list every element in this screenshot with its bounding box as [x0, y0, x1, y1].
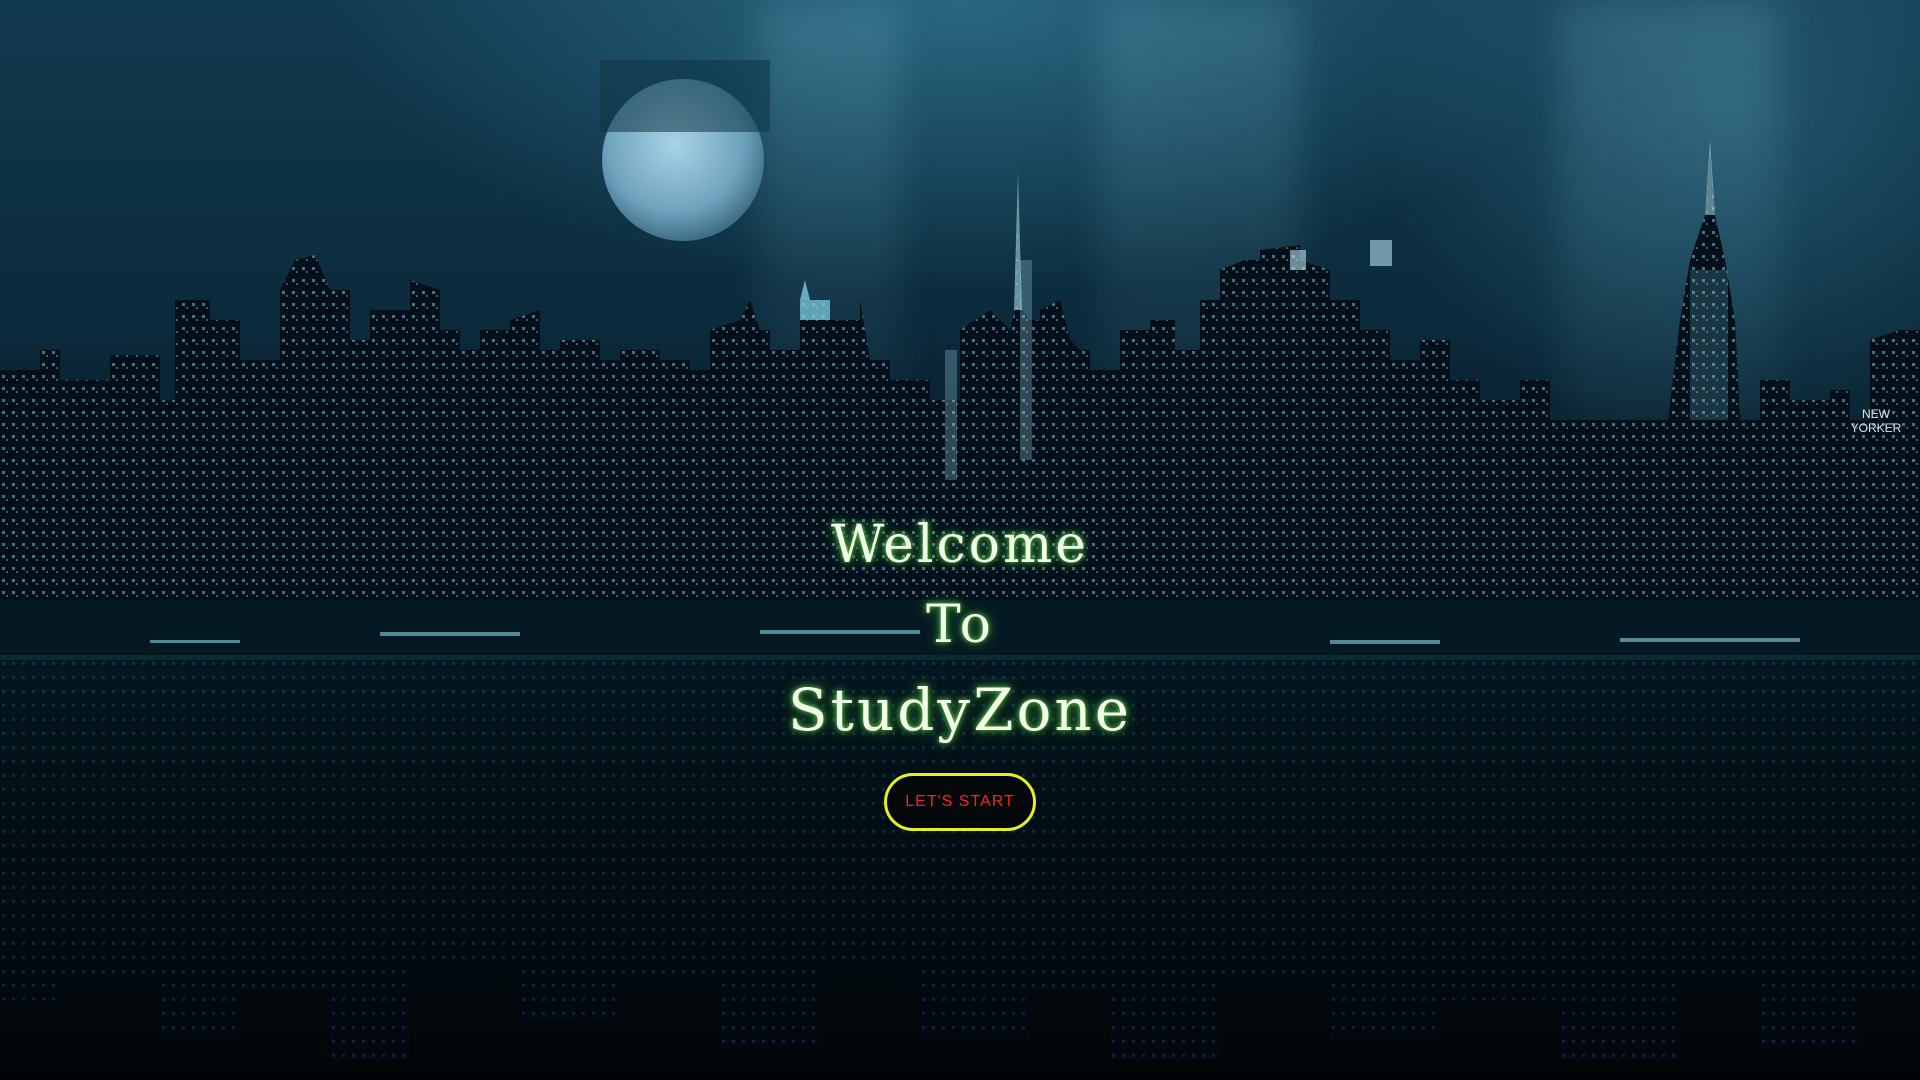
landing-page: NEW YORKER Welcome To StudyZone LET'S ST… [0, 0, 1920, 1080]
hero-title-to: To [926, 595, 994, 655]
lets-start-label: LET'S START [905, 793, 1015, 810]
hero: Welcome To StudyZone LET'S START [0, 505, 1920, 831]
sign-text: NEW [1862, 407, 1891, 421]
hero-title-brand: StudyZone [787, 676, 1133, 744]
sign-text: YORKER [1851, 421, 1902, 435]
lets-start-button[interactable]: LET'S START [884, 773, 1036, 831]
hero-title-welcome: Welcome [830, 515, 1090, 575]
